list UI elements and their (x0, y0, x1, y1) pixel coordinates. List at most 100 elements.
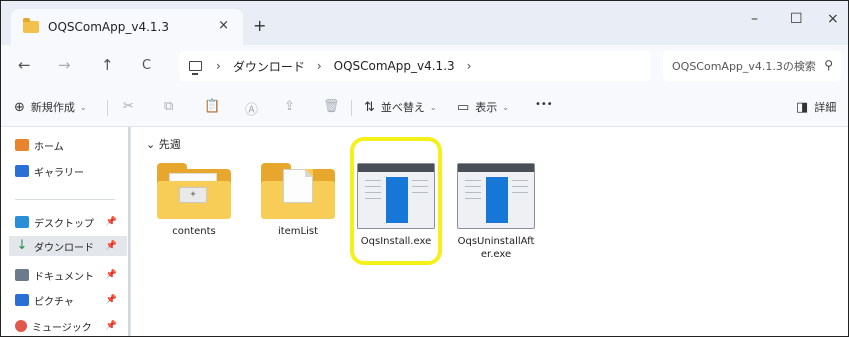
sidebar-item-downloads[interactable]: ↓ ダウンロード 📌 (9, 236, 127, 256)
executable-icon (457, 163, 535, 229)
view-button[interactable]: ▭ 表示 ⌄ (457, 99, 509, 115)
details-button-label: 詳細 (814, 101, 837, 114)
delete-button[interactable]: 🗑 (323, 99, 346, 114)
rename-button[interactable]: Ⓐ (245, 99, 264, 118)
rename-icon: Ⓐ (245, 103, 259, 118)
pin-icon: 📌 (105, 295, 117, 305)
sort-button[interactable]: ⇅ 並べ替え ⌄ (364, 99, 437, 115)
highlight-box (350, 137, 442, 265)
sidebar-item-pictures[interactable]: ピクチャ 📌 (15, 290, 127, 310)
breadcrumb-separator: › (316, 59, 322, 73)
maximize-icon[interactable]: ☐ (790, 11, 803, 27)
copy-button[interactable]: ⧉ (164, 99, 179, 114)
forward-arrow-icon[interactable]: → (58, 56, 71, 74)
chevron-down-icon: ⌄ (79, 102, 87, 112)
file-item-itemlist[interactable]: itemList (252, 163, 344, 238)
folder-icon: ✦ (157, 163, 231, 219)
tab-close-icon[interactable]: × (218, 18, 229, 33)
sidebar-item-music[interactable]: ミュージック 📌 (15, 316, 127, 336)
up-arrow-icon[interactable]: ↑ (101, 56, 114, 74)
tab-oqscomapp[interactable]: OQSComApp_v4.1.3 × (11, 9, 243, 45)
sidebar-scrollbar[interactable] (128, 127, 130, 336)
paste-button[interactable]: 📋 (204, 99, 226, 114)
sidebar-item-home[interactable]: ホーム (15, 135, 127, 155)
sidebar-item-gallery[interactable]: ギャラリー (15, 161, 127, 181)
sidebar-divider (15, 199, 115, 200)
more-icon: ••• (535, 99, 553, 110)
home-icon (15, 139, 29, 151)
view-button-label: 表示 (475, 101, 498, 114)
breadcrumb-downloads[interactable]: ダウンロード (233, 58, 305, 75)
breadcrumb-separator: › (216, 59, 221, 73)
navigation-pane: ホーム ギャラリー デスクトップ 📌 ↓ ダウンロード 📌 ドキュメント 📌 ピ… (1, 127, 131, 336)
pin-icon: 📌 (105, 241, 117, 251)
copy-icon: ⧉ (164, 99, 174, 114)
breadcrumb-separator[interactable]: › (467, 59, 472, 73)
sort-button-label: 並べ替え (380, 101, 425, 114)
pictures-icon (15, 294, 29, 306)
breadcrumb-oqscomapp[interactable]: OQSComApp_v4.1.3 (334, 59, 455, 73)
plus-circle-icon: ⊕ (14, 99, 25, 115)
desktop-icon (15, 216, 29, 228)
file-name: itemList (277, 226, 319, 237)
download-arrow-icon: ↓ (16, 238, 28, 253)
more-options-button[interactable]: ••• (535, 99, 553, 110)
tab-title: OQSComApp_v4.1.3 (48, 20, 169, 34)
document-icon (283, 169, 313, 203)
computer-icon (189, 61, 202, 75)
share-button[interactable]: ⇪ (284, 99, 301, 114)
sidebar-item-label: ミュージック (32, 322, 92, 334)
address-bar[interactable]: › ダウンロード › OQSComApp_v4.1.3 › (179, 51, 651, 81)
new-button[interactable]: ⊕ 新規作成 ⌄ (14, 99, 87, 115)
sidebar-item-documents[interactable]: ドキュメント 📌 (15, 265, 127, 285)
refresh-icon[interactable]: C (142, 58, 151, 73)
minimize-icon[interactable]: – (751, 11, 758, 27)
sidebar-item-label: ダウンロード (34, 242, 94, 254)
sidebar-item-label: ドキュメント (34, 271, 94, 283)
new-button-label: 新規作成 (30, 101, 75, 114)
title-bar: OQSComApp_v4.1.3 × + – ☐ × (1, 1, 848, 45)
image-icon: ✦ (179, 187, 207, 203)
divider (351, 100, 352, 116)
sidebar-item-label: ピクチャ (34, 296, 74, 308)
sidebar-item-label: ホーム (34, 141, 64, 153)
chevron-down-icon: ⌄ (146, 138, 159, 151)
group-header-label: 先週 (158, 138, 181, 151)
back-arrow-icon[interactable]: ← (18, 56, 31, 74)
new-tab-icon[interactable]: + (253, 16, 266, 35)
pin-icon: 📌 (105, 270, 117, 280)
scissors-icon: ✂ (123, 99, 134, 114)
folder-icon (261, 163, 335, 219)
view-icon: ▭ (457, 99, 470, 115)
file-list: ⌄ 先週 ✦ contents itemList OqsInstall.exe … (132, 127, 848, 336)
sort-arrows-icon: ⇅ (364, 99, 375, 115)
clipboard-icon: 📋 (204, 99, 221, 114)
music-icon (15, 320, 27, 332)
details-pane-icon: ◨ (796, 99, 809, 115)
file-item-oqsuninstallafter[interactable]: OqsUninstallAfter.exe (450, 163, 542, 261)
sidebar-item-label: ギャラリー (34, 167, 84, 179)
chevron-down-icon: ⌄ (502, 102, 509, 112)
details-button[interactable]: ◨ 詳細 (796, 99, 836, 115)
file-item-contents[interactable]: ✦ contents (148, 163, 240, 238)
close-icon[interactable]: × (827, 11, 839, 27)
cut-button[interactable]: ✂ (123, 99, 140, 114)
folder-icon (23, 18, 39, 33)
file-name: contents (172, 226, 216, 237)
sidebar-item-desktop[interactable]: デスクトップ 📌 (15, 212, 127, 232)
group-header[interactable]: ⌄ 先週 (146, 136, 181, 152)
command-bar: ⊕ 新規作成 ⌄ ✂ ⧉ 📋 Ⓐ ⇪ 🗑 ⇅ 並べ替え ⌄ ▭ 表示 ⌄ •••… (1, 87, 848, 127)
file-name: OqsUninstallAfter.exe (457, 236, 535, 260)
navigation-bar: ← → ↑ C › ダウンロード › OQSComApp_v4.1.3 › OQ… (1, 45, 848, 87)
pin-icon: 📌 (105, 321, 117, 331)
divider (107, 100, 108, 116)
search-placeholder: OQSComApp_v4.1.3の検索 (672, 60, 816, 73)
gallery-icon (15, 165, 29, 177)
chevron-down-icon: ⌄ (429, 102, 437, 112)
share-icon: ⇪ (284, 99, 295, 114)
search-box[interactable]: OQSComApp_v4.1.3の検索 ⚲ (663, 51, 841, 81)
document-icon (15, 269, 29, 281)
search-icon[interactable]: ⚲ (824, 58, 833, 72)
pin-icon: 📌 (105, 217, 117, 227)
sidebar-item-label: デスクトップ (34, 218, 94, 230)
